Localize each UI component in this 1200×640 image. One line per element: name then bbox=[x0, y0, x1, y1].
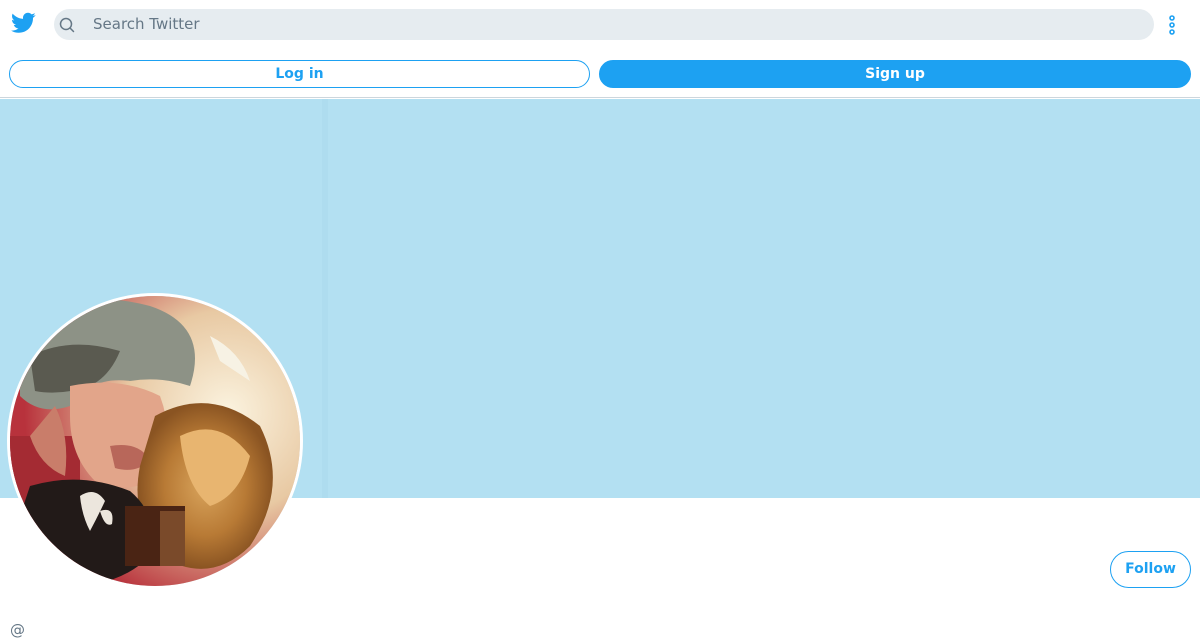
search-icon bbox=[58, 17, 76, 33]
auth-bar: Log in Sign up bbox=[0, 48, 1200, 98]
follow-button[interactable]: Follow bbox=[1110, 551, 1191, 588]
avatar[interactable] bbox=[7, 293, 303, 589]
banner-seam bbox=[322, 99, 328, 498]
twitter-bird-icon[interactable] bbox=[11, 12, 36, 34]
profile-handle: @ bbox=[10, 621, 25, 639]
sign-up-button[interactable]: Sign up bbox=[599, 60, 1191, 88]
log-in-button[interactable]: Log in bbox=[9, 60, 590, 88]
search-input[interactable]: Search Twitter bbox=[54, 9, 1154, 40]
top-navigation-bar: Search Twitter bbox=[0, 0, 1200, 48]
search-placeholder: Search Twitter bbox=[93, 15, 200, 33]
vertical-ellipsis-icon[interactable] bbox=[1166, 14, 1178, 36]
